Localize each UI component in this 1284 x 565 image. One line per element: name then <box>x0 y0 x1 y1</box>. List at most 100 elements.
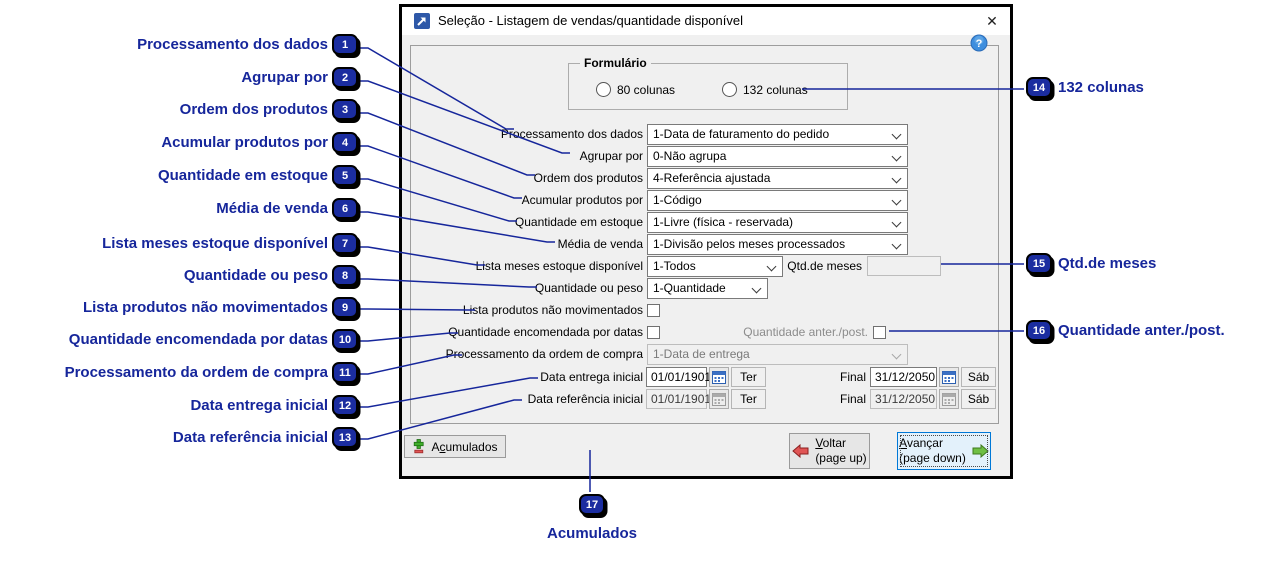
radio-132-label: 132 colunas <box>743 82 808 97</box>
annotation-badge-9: 9 <box>332 297 358 318</box>
final-label: Final <box>839 370 866 384</box>
data-referencia-final-weekday: Sáb <box>961 389 996 409</box>
chevron-down-icon <box>891 173 902 184</box>
annotation-badge-8: 8 <box>332 265 358 286</box>
annotation-label-15: Qtd.de meses <box>1058 255 1157 272</box>
field-label-acumular: Acumular produtos por <box>521 193 643 207</box>
data-entrega-final-input[interactable]: 31/12/2050 <box>870 367 937 387</box>
select-ordem-produtos[interactable]: 4-Referência ajustada <box>647 168 908 189</box>
voltar-label: Voltar (page up) <box>815 436 867 465</box>
svg-text:?: ? <box>976 38 983 50</box>
acumulados-button[interactable]: Acumulados <box>404 435 506 458</box>
annotation-label-9: Lista produtos não movimentados <box>82 299 328 316</box>
annotation-label-7: Lista meses estoque disponível <box>102 235 328 252</box>
annotation-label-13: Data referência inicial <box>172 429 328 446</box>
field-label-meses: Lista meses estoque disponível <box>475 259 643 273</box>
data-referencia-inicial-input: 01/01/1901 <box>646 389 711 409</box>
chevron-down-icon <box>891 129 902 140</box>
calendar-icon[interactable] <box>939 367 959 387</box>
annotation-label-2: Agrupar por <box>241 69 328 86</box>
data-entrega-inicial-input[interactable]: 01/01/1901 <box>646 367 711 387</box>
annotation-label-12: Data entrega inicial <box>190 397 328 414</box>
avancar-button[interactable]: Avançar (page down) <box>897 432 991 470</box>
annotation-label-8: Quantidade ou peso <box>183 267 328 284</box>
annotation-badge-2: 2 <box>332 67 358 88</box>
checkbox-encomendada-datas[interactable] <box>647 326 660 339</box>
select-acumular-produtos[interactable]: 1-Código <box>647 190 908 211</box>
radio-circle-icon <box>596 82 611 97</box>
voltar-button[interactable]: Voltar (page up) <box>789 433 870 469</box>
annotation-badge-13: 13 <box>332 427 358 448</box>
select-quantidade-peso[interactable]: 1-Quantidade <box>647 278 768 299</box>
select-media-venda[interactable]: 1-Divisão pelos meses processados <box>647 234 908 255</box>
chevron-down-icon <box>891 349 902 360</box>
radio-80-colunas[interactable]: 80 colunas <box>596 82 675 97</box>
chevron-down-icon <box>891 217 902 228</box>
annotation-label-5: Quantidade em estoque <box>157 167 328 184</box>
annotation-badge-3: 3 <box>332 99 358 120</box>
radio-80-label: 80 colunas <box>617 82 676 97</box>
radio-132-colunas[interactable]: 132 colunas <box>722 82 808 97</box>
annotation-badge-4: 4 <box>332 132 358 153</box>
field-label-nao-movimentados: Lista produtos não movimentados <box>462 303 643 317</box>
formulario-legend: Formulário <box>580 56 651 70</box>
select-ordem-compra: 1-Data de entrega <box>647 344 908 365</box>
chevron-down-icon <box>891 239 902 250</box>
annotation-badge-5: 5 <box>332 165 358 186</box>
dialog-title: Seleção - Listagem de vendas/quantidade … <box>438 13 743 28</box>
annotation-label-16: Quantidade anter./post. <box>1058 322 1225 339</box>
annotation-badge-1: 1 <box>332 34 358 55</box>
final-label: Final <box>839 392 866 406</box>
annotation-label-10: Quantidade encomendada por datas <box>68 331 328 348</box>
select-agrupar-por[interactable]: 0-Não agrupa <box>647 146 908 167</box>
annotation-label-17: Acumulados <box>546 525 637 542</box>
help-icon[interactable]: ? <box>970 34 988 52</box>
annotation-label-3: Ordem dos produtos <box>179 101 328 118</box>
data-referencia-final-input: 31/12/2050 <box>870 389 937 409</box>
annotation-badge-14: 14 <box>1026 77 1052 98</box>
annotation-badge-12: 12 <box>332 395 358 416</box>
field-label-encomendada: Quantidade encomendada por datas <box>448 325 643 339</box>
anter-post-label: Quantidade anter./post. <box>743 325 868 339</box>
annotation-label-6: Média de venda <box>216 200 328 217</box>
field-label-processamento: Processamento dos dados <box>500 127 643 141</box>
field-label-data-referencia: Data referência inicial <box>527 392 643 406</box>
calendar-icon <box>939 389 959 409</box>
plus-minus-icon <box>414 439 425 454</box>
calendar-icon[interactable] <box>709 367 729 387</box>
data-entrega-weekday: Ter <box>731 367 766 387</box>
screenshot-canvas: { "annotations": { "left": [ {"num":"1",… <box>0 0 1284 565</box>
annotation-label-11: Processamento da ordem de compra <box>64 364 328 381</box>
chevron-down-icon <box>891 195 902 206</box>
field-label-data-entrega: Data entrega inicial <box>540 370 643 384</box>
data-referencia-weekday: Ter <box>731 389 766 409</box>
annotation-badge-17: 17 <box>579 494 605 515</box>
field-label-peso: Quantidade ou peso <box>534 281 643 295</box>
annotation-label-14: 132 colunas <box>1058 79 1144 96</box>
qtd-meses-label: Qtd.de meses <box>787 259 862 273</box>
radio-circle-icon <box>722 82 737 97</box>
avancar-label: Avançar (page down) <box>899 436 966 465</box>
checkbox-nao-movimentados[interactable] <box>647 304 660 317</box>
annotation-label-1: Processamento dos dados <box>137 36 328 53</box>
annotation-badge-16: 16 <box>1026 320 1052 341</box>
annotation-badge-6: 6 <box>332 198 358 219</box>
calendar-icon <box>709 389 729 409</box>
field-label-ordem: Ordem dos produtos <box>533 171 643 185</box>
field-label-estoque: Quantidade em estoque <box>514 215 643 229</box>
field-label-media: Média de venda <box>557 237 643 251</box>
field-label-agrupar: Agrupar por <box>579 149 643 163</box>
close-icon[interactable]: ✕ <box>980 9 1004 33</box>
app-icon <box>414 13 430 29</box>
annotation-badge-15: 15 <box>1026 253 1052 274</box>
acumulados-label: Acumulados <box>431 439 498 454</box>
select-quantidade-estoque[interactable]: 1-Livre (física - reservada) <box>647 212 908 233</box>
arrow-left-icon <box>792 444 809 458</box>
chevron-down-icon <box>751 283 762 294</box>
annotation-badge-7: 7 <box>332 233 358 254</box>
annotation-label-4: Acumular produtos por <box>161 134 328 151</box>
chevron-down-icon <box>891 151 902 162</box>
data-entrega-final-weekday: Sáb <box>961 367 996 387</box>
select-processamento-dados[interactable]: 1-Data de faturamento do pedido <box>647 124 908 145</box>
annotation-badge-10: 10 <box>332 329 358 350</box>
